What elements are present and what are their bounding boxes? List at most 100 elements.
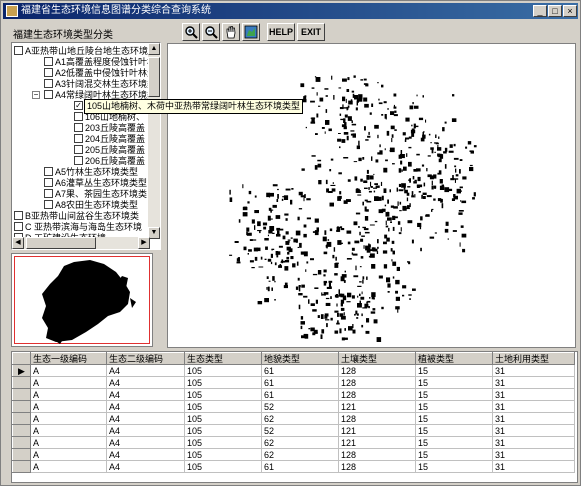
table-cell[interactable]: 31 [492, 388, 575, 401]
table-cell[interactable]: A4 [106, 388, 185, 401]
tree-checkbox[interactable] [74, 156, 83, 165]
table-cell[interactable]: A4 [106, 364, 185, 377]
table-cell[interactable]: 15 [415, 448, 493, 461]
table-row[interactable]: A A4 105 61 128 15 31 [12, 388, 575, 401]
table-cell[interactable]: 62 [261, 448, 339, 461]
table-cell[interactable]: 105 [184, 376, 262, 389]
table-cell[interactable]: A4 [106, 448, 185, 461]
table-cell[interactable]: 52 [261, 400, 339, 413]
table-row[interactable]: A A4 105 62 121 15 31 [12, 436, 575, 449]
table-cell[interactable]: 15 [415, 436, 493, 449]
table-cell[interactable]: 105 [184, 364, 262, 377]
table-cell[interactable]: A [30, 364, 107, 377]
table-cell[interactable]: 31 [492, 424, 575, 437]
row-indicator[interactable] [12, 460, 31, 473]
pan-button[interactable] [222, 23, 240, 41]
table-cell[interactable]: 31 [492, 436, 575, 449]
table-cell[interactable]: 128 [338, 364, 416, 377]
table-cell[interactable]: 105 [184, 436, 262, 449]
table-cell[interactable]: A [30, 400, 107, 413]
column-header[interactable]: 土壤类型 [338, 352, 416, 365]
tree-checkbox[interactable] [44, 167, 53, 176]
row-indicator[interactable] [12, 424, 31, 437]
table-row[interactable]: A A4 105 52 121 15 31 [12, 400, 575, 413]
scroll-left-arrow-icon[interactable]: ◀ [12, 237, 24, 249]
table-cell[interactable]: 31 [492, 412, 575, 425]
table-cell[interactable]: A4 [106, 376, 185, 389]
tree-expand-icon[interactable]: − [32, 91, 40, 99]
close-button[interactable]: × [563, 5, 577, 17]
table-cell[interactable]: 31 [492, 460, 575, 473]
table-cell[interactable]: 128 [338, 448, 416, 461]
tree-checkbox[interactable] [74, 112, 83, 121]
table-cell[interactable]: 128 [338, 376, 416, 389]
row-indicator[interactable] [12, 388, 31, 401]
zoom-out-button[interactable] [202, 23, 220, 41]
scroll-thumb[interactable] [148, 57, 160, 97]
table-row[interactable]: A A4 105 52 121 15 31 [12, 424, 575, 437]
table-cell[interactable]: A4 [106, 436, 185, 449]
table-cell[interactable]: 61 [261, 376, 339, 389]
tree-checkbox[interactable] [44, 79, 53, 88]
column-header[interactable]: 植被类型 [415, 352, 493, 365]
table-cell[interactable]: 105 [184, 460, 262, 473]
row-indicator[interactable] [12, 436, 31, 449]
table-cell[interactable]: 15 [415, 460, 493, 473]
table-cell[interactable]: A [30, 376, 107, 389]
column-header[interactable]: 生态类型 [184, 352, 262, 365]
scroll-up-arrow-icon[interactable]: ▲ [148, 43, 160, 55]
table-cell[interactable]: 128 [338, 460, 416, 473]
exit-button[interactable]: EXIT [297, 23, 325, 41]
tree-vertical-scrollbar[interactable]: ▲ ▼ [148, 43, 160, 239]
table-row[interactable]: A A4 105 61 128 15 31 [12, 460, 575, 473]
table-cell[interactable]: 105 [184, 424, 262, 437]
table-cell[interactable]: 121 [338, 436, 416, 449]
table-cell[interactable]: 15 [415, 364, 493, 377]
table-cell[interactable]: 31 [492, 448, 575, 461]
table-cell[interactable]: 105 [184, 400, 262, 413]
table-cell[interactable]: 62 [261, 412, 339, 425]
minimize-button[interactable]: _ [533, 5, 547, 17]
table-cell[interactable]: 31 [492, 376, 575, 389]
tree-checkbox[interactable] [74, 134, 83, 143]
table-cell[interactable]: A [30, 436, 107, 449]
table-cell[interactable]: 31 [492, 364, 575, 377]
tree-checkbox[interactable] [44, 200, 53, 209]
table-cell[interactable]: 61 [261, 364, 339, 377]
table-cell[interactable]: 15 [415, 412, 493, 425]
table-row[interactable]: ▶ A A4 105 61 128 15 31 [12, 364, 575, 377]
table-cell[interactable]: 52 [261, 424, 339, 437]
table-cell[interactable]: 105 [184, 448, 262, 461]
tree-checkbox[interactable] [14, 211, 23, 220]
column-header[interactable]: 生态一级编码 [30, 352, 107, 365]
table-cell[interactable]: 62 [261, 436, 339, 449]
table-cell[interactable]: 31 [492, 400, 575, 413]
row-indicator[interactable] [12, 376, 31, 389]
table-cell[interactable]: 121 [338, 400, 416, 413]
tree-checkbox[interactable] [14, 46, 23, 55]
table-row[interactable]: A A4 105 62 128 15 31 [12, 448, 575, 461]
table-cell[interactable]: 15 [415, 388, 493, 401]
category-tree[interactable]: A亚热带山地丘陵台地生态环境 A1高覆盖程度侵蚀针叶林 A2低覆盖中侵蚀针叶林生 A3… [11, 42, 161, 250]
table-cell[interactable]: 128 [338, 412, 416, 425]
tree-checkbox[interactable] [14, 222, 23, 231]
table-cell[interactable]: A [30, 412, 107, 425]
table-cell[interactable]: A4 [106, 424, 185, 437]
column-header[interactable]: 地貌类型 [261, 352, 339, 365]
overview-map[interactable] [11, 253, 153, 347]
table-cell[interactable]: 128 [338, 388, 416, 401]
tree-checkbox[interactable] [74, 145, 83, 154]
table-cell[interactable]: A [30, 460, 107, 473]
tree-horizontal-scrollbar[interactable]: ◀ ▶ [12, 237, 150, 249]
hscroll-thumb[interactable] [26, 237, 96, 249]
row-indicator[interactable]: ▶ [12, 364, 31, 377]
row-indicator[interactable] [12, 400, 31, 413]
table-row[interactable]: A A4 105 62 128 15 31 [12, 412, 575, 425]
table-cell[interactable]: 121 [338, 424, 416, 437]
tree-checkbox[interactable] [44, 90, 53, 99]
help-button[interactable]: HELP [267, 23, 295, 41]
column-header[interactable]: 土地利用类型 [492, 352, 575, 365]
maximize-button[interactable]: □ [548, 5, 562, 17]
table-cell[interactable]: 15 [415, 424, 493, 437]
full-extent-button[interactable] [242, 23, 260, 41]
